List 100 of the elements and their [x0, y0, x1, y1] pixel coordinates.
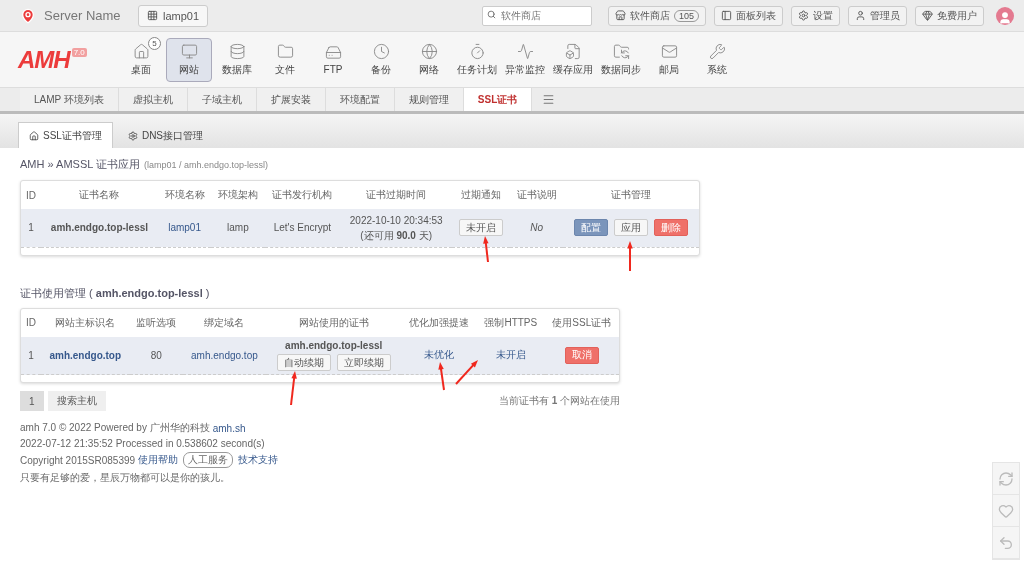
count-badge: 5 [148, 36, 161, 50]
renew-button[interactable]: 立即续期 [336, 354, 391, 372]
nav-item[interactable]: FTP [310, 37, 356, 82]
annotation-arrow [627, 241, 633, 273]
database-icon [228, 42, 246, 60]
column-header: 证书管理 [563, 181, 699, 209]
settings-button[interactable]: 设置 [791, 5, 840, 26]
search-hosts-button[interactable]: 搜索主机 [47, 391, 106, 411]
nav-item[interactable]: 网站 [166, 37, 212, 82]
renew-button[interactable]: 自动续期 [276, 354, 331, 372]
column-header: 证书名称 [41, 181, 158, 209]
column-header: 使用SSL证书 [551, 315, 613, 330]
support-link[interactable]: 技术支持 [238, 453, 279, 467]
version-badge: 7.0 [71, 47, 87, 57]
table-cell: lamp01 [157, 209, 212, 247]
remaining-days: (还可用 90.0 天) [360, 228, 433, 242]
page-button[interactable]: 1 [20, 391, 44, 411]
table-cell: lamp [211, 209, 265, 247]
breadcrumb-path: (lamp01 / amh.endgo.top-lessl) [144, 160, 269, 170]
section-title: 证书使用管理 ( amh.endgo.top-lessl ) [20, 285, 211, 301]
nav-item[interactable]: 系统 [694, 37, 740, 82]
nav-item[interactable]: 任务计划 [454, 37, 500, 82]
store-icon [614, 10, 626, 21]
annotation-arrow [289, 371, 297, 407]
table-cell: 80 [129, 336, 183, 375]
house-icon [132, 42, 150, 60]
panel-button[interactable]: 面板列表 [714, 5, 783, 26]
mail-icon [660, 42, 678, 60]
tab[interactable]: LAMP 环境列表 [20, 88, 119, 111]
nav-item[interactable]: 桌面 5 [118, 37, 164, 82]
store-button[interactable]: 软件商店 105 [607, 5, 706, 26]
column-header: 强制HTTPS [483, 315, 539, 330]
settings-icon [798, 10, 809, 21]
tab[interactable]: 规则管理 [394, 88, 464, 111]
gear-icon [127, 130, 138, 141]
column-header: 证书发行机构 [264, 181, 341, 209]
map-pin-icon [20, 7, 36, 24]
grid-icon [147, 10, 158, 21]
annotation-arrow [483, 236, 490, 264]
optimize-link[interactable]: 未优化 [424, 348, 455, 363]
breadcrumb: AMH » AMSSL 证书应用 [20, 157, 140, 172]
user-button[interactable]: 管理员 [848, 5, 907, 26]
nav-item[interactable]: 邮局 [646, 37, 692, 82]
table-cell: amh.endgo.top-lessl [41, 209, 158, 247]
gem-icon [922, 10, 933, 21]
footer-link[interactable]: amh.sh [212, 422, 246, 434]
action-button[interactable]: 应用 [614, 219, 649, 237]
menu-icon[interactable] [542, 93, 556, 106]
search-field[interactable]: 软件商店 [481, 5, 592, 26]
folder-icon [276, 42, 294, 60]
annotation-arrow [454, 360, 478, 386]
tab[interactable]: SSL证书 [463, 88, 533, 111]
timer-icon [468, 42, 486, 60]
nav-item[interactable]: 缓存应用 [550, 37, 596, 82]
subtab[interactable]: DNS接口管理 [116, 122, 215, 148]
expiry-time: 2022-10-10 20:34:53 [349, 213, 443, 227]
footer-text: amh 7.0 © 2022 Powered by 广州华的科技 [20, 421, 210, 435]
avatar[interactable] [996, 6, 1014, 25]
nav-item[interactable]: 数据同步 [598, 37, 644, 82]
footer-text: 2022-07-12 21:35:52 Processed in 0.538602 second(s) [20, 438, 265, 449]
nav-item[interactable]: 数据库 [214, 37, 260, 82]
tab[interactable]: 虚拟主机 [118, 88, 188, 111]
file-icon [564, 42, 582, 60]
tab[interactable]: 环境配置 [325, 88, 395, 111]
subtab[interactable]: SSL证书管理 [18, 122, 113, 148]
tab[interactable]: 扩展安装 [256, 88, 326, 111]
help-link[interactable]: 使用帮助 [138, 453, 179, 467]
footer-text: Copyright 2015SR085399 [20, 454, 136, 466]
footer-quote: 只要有足够的爱，星辰万物都可以是你的孩儿。 [20, 471, 230, 485]
certificate-name: amh.endgo.top-lessl [285, 339, 383, 353]
vip-button[interactable]: 免费用户 [915, 5, 984, 26]
nav-item[interactable]: 文件 [262, 37, 308, 82]
column-header: ID [21, 181, 41, 209]
pulse-icon [516, 42, 534, 60]
service-badge[interactable]: 人工服务 [183, 452, 234, 468]
monitor-icon [180, 42, 198, 60]
notify-button[interactable]: 未开启 [459, 219, 504, 237]
column-header: 网站使用的证书 [297, 315, 370, 330]
nav-item[interactable]: 备份 [358, 37, 404, 82]
nav-item[interactable]: 网络 [406, 37, 452, 82]
column-header: 环境架构 [211, 181, 265, 209]
logo: AMH [18, 45, 70, 74]
table-cell: amh.endgo.top [182, 336, 266, 375]
folder-sync-icon [612, 42, 630, 60]
annotation-arrow [438, 362, 446, 392]
column-header: 过期通知 [452, 181, 510, 209]
drive-icon [324, 44, 342, 61]
heart-icon [998, 502, 1014, 519]
back-arrow-icon [998, 534, 1014, 551]
column-header: 环境名称 [157, 181, 212, 209]
environment-button[interactable]: lamp01 [138, 4, 209, 27]
column-header: 网站主标识名 [54, 315, 117, 330]
server-name: Server Name [44, 8, 121, 23]
https-link[interactable]: 未开启 [495, 348, 526, 363]
tab[interactable]: 子域主机 [187, 88, 257, 111]
table-cell: No [510, 209, 564, 247]
table-cell: amh.endgo.top [41, 336, 130, 375]
nav-item[interactable]: 异常监控 [502, 37, 548, 82]
house-icon [29, 130, 39, 141]
column-header: 证书过期时间 [340, 181, 453, 209]
